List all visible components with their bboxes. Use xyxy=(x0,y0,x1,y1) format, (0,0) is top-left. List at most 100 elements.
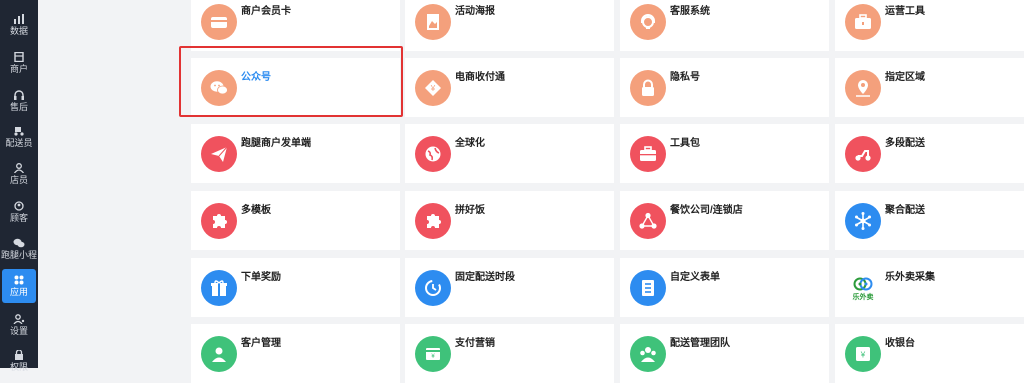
sidebar-item-permission[interactable]: 权限 xyxy=(2,344,36,378)
sidebar-item-label: 店员 xyxy=(9,174,28,185)
app-card[interactable]: 商户会员卡 xyxy=(191,0,400,51)
svg-text:¥: ¥ xyxy=(860,351,866,360)
app-card[interactable]: 工具包 xyxy=(620,124,829,183)
sidebar-item-rider[interactable]: 配送员 xyxy=(2,120,36,154)
app-card-label: 支付营销 xyxy=(455,338,495,349)
settings-icon xyxy=(13,313,25,324)
wechat-icon xyxy=(13,238,25,247)
sidebar-item-aftersale[interactable]: 售后 xyxy=(2,84,36,118)
sidebar-item-label: 售后 xyxy=(9,101,28,112)
app-card-label: 乐外卖采集 xyxy=(885,272,935,283)
app-card-label: 隐私号 xyxy=(670,72,700,83)
app-card[interactable]: 公众号 xyxy=(191,58,400,117)
users-icon xyxy=(201,336,237,372)
app-card[interactable]: 固定配送时段 xyxy=(405,258,614,317)
puzzle-icon xyxy=(415,203,451,239)
network-icon xyxy=(630,203,666,239)
customer-icon xyxy=(14,200,24,211)
app-card[interactable]: 隐私号 xyxy=(620,58,829,117)
sidebar-item-label: 权限 xyxy=(9,361,28,372)
lewai-logo-icon: 乐外卖 xyxy=(845,270,881,306)
form-icon xyxy=(630,270,666,306)
paper-plane-icon xyxy=(201,136,237,172)
app-card[interactable]: 活动海报 xyxy=(405,0,614,51)
app-card-label: 商户会员卡 xyxy=(241,6,291,17)
sidebar-item-label: 数据 xyxy=(9,25,28,36)
puzzle-icon xyxy=(201,203,237,239)
sidebar-item-label: 顾客 xyxy=(9,212,28,223)
clerk-icon xyxy=(13,162,25,173)
clock-icon xyxy=(415,270,451,306)
app-card-label: 工具包 xyxy=(670,138,700,149)
sidebar-item-merchant[interactable]: 商户 xyxy=(2,46,36,80)
app-card[interactable]: 指定区域 xyxy=(835,58,1024,117)
rider-icon xyxy=(14,126,24,136)
app-card-label: 多段配送 xyxy=(885,138,925,149)
app-card-label: 下单奖励 xyxy=(241,272,281,283)
sidebar-item-label: 应用 xyxy=(9,286,28,297)
app-card[interactable]: ¥ 支付营销 xyxy=(405,324,614,383)
app-card-label: 餐饮公司/连锁店 xyxy=(670,205,743,216)
app-card-label: 聚合配送 xyxy=(885,205,925,216)
app-card-label: 活动海报 xyxy=(455,6,495,17)
headset-icon xyxy=(14,89,24,100)
app-card-label: 公众号 xyxy=(241,72,271,83)
app-card-label: 运营工具 xyxy=(885,6,925,17)
app-card[interactable]: 跑腿商户发单端 xyxy=(191,124,400,183)
app-card-label: 自定义表单 xyxy=(670,272,720,283)
app-card-label: 多模板 xyxy=(241,205,271,216)
payment-marketing-icon: ¥ xyxy=(415,336,451,372)
scooter-icon xyxy=(845,136,881,172)
app-card[interactable]: ¥ 收银台 xyxy=(835,324,1024,383)
privacy-lock-icon xyxy=(630,70,666,106)
sidebar-item-label: 设置 xyxy=(9,325,28,336)
poster-icon xyxy=(415,4,451,40)
app-card[interactable]: 多模板 xyxy=(191,191,400,250)
app-card[interactable]: 聚合配送 xyxy=(835,191,1024,250)
apps-icon xyxy=(14,275,24,284)
app-card-label: 电商收付通 xyxy=(455,72,505,83)
app-card-label: 拼好饭 xyxy=(455,205,485,216)
app-card-label: 客服系统 xyxy=(670,6,710,17)
sidebar-item-miniprogram[interactable]: 跑腿小程序 xyxy=(1,232,37,266)
toolbox-icon xyxy=(845,4,881,40)
logo-text: 乐外卖 xyxy=(852,293,874,301)
wechat-official-icon xyxy=(201,70,237,106)
app-card[interactable]: 下单奖励 xyxy=(191,258,400,317)
store-icon xyxy=(14,51,24,62)
member-card-icon xyxy=(201,4,237,40)
sidebar-item-label: 跑腿小程序 xyxy=(1,249,37,260)
svg-text:¥: ¥ xyxy=(430,84,436,93)
sidebar-item-customer[interactable]: 顾客 xyxy=(2,195,36,229)
app-card-label: 固定配送时段 xyxy=(455,272,515,283)
map-pin-icon xyxy=(845,70,881,106)
app-card-label: 客户管理 xyxy=(241,338,281,349)
briefcase-icon xyxy=(630,136,666,172)
globe-icon xyxy=(415,136,451,172)
gift-icon xyxy=(201,270,237,306)
app-card[interactable]: 全球化 xyxy=(405,124,614,183)
sidebar-item-clerk[interactable]: 店员 xyxy=(2,157,36,191)
app-card[interactable]: 客服系统 xyxy=(620,0,829,51)
app-card[interactable]: 餐饮公司/连锁店 xyxy=(620,191,829,250)
app-card[interactable]: 配送管理团队 xyxy=(620,324,829,383)
sidebar-item-label: 商户 xyxy=(9,63,28,74)
app-card[interactable]: ¥ 电商收付通 xyxy=(405,58,614,117)
sidebar: 数据 商户 售后 配送员 店员 顾客 跑腿小程序 应用 设置 权限 xyxy=(0,0,38,372)
app-card-label: 跑腿商户发单端 xyxy=(241,138,311,149)
app-card-label: 收银台 xyxy=(885,338,915,349)
sidebar-item-apps[interactable]: 应用 xyxy=(2,269,36,303)
app-card[interactable]: 拼好饭 xyxy=(405,191,614,250)
app-card[interactable]: 客户管理 xyxy=(191,324,400,383)
sidebar-item-settings[interactable]: 设置 xyxy=(2,308,36,342)
sidebar-item-data[interactable]: 数据 xyxy=(2,8,36,42)
customer-service-icon xyxy=(630,4,666,40)
cashier-icon: ¥ xyxy=(845,336,881,372)
app-card[interactable]: 自定义表单 xyxy=(620,258,829,317)
lock-icon xyxy=(15,349,23,360)
app-card[interactable]: 乐外卖 乐外卖采集 xyxy=(835,258,1024,317)
chart-icon xyxy=(14,13,24,24)
app-card[interactable]: 多段配送 xyxy=(835,124,1024,183)
app-card-label: 配送管理团队 xyxy=(670,338,730,349)
app-card[interactable]: 运营工具 xyxy=(835,0,1024,51)
